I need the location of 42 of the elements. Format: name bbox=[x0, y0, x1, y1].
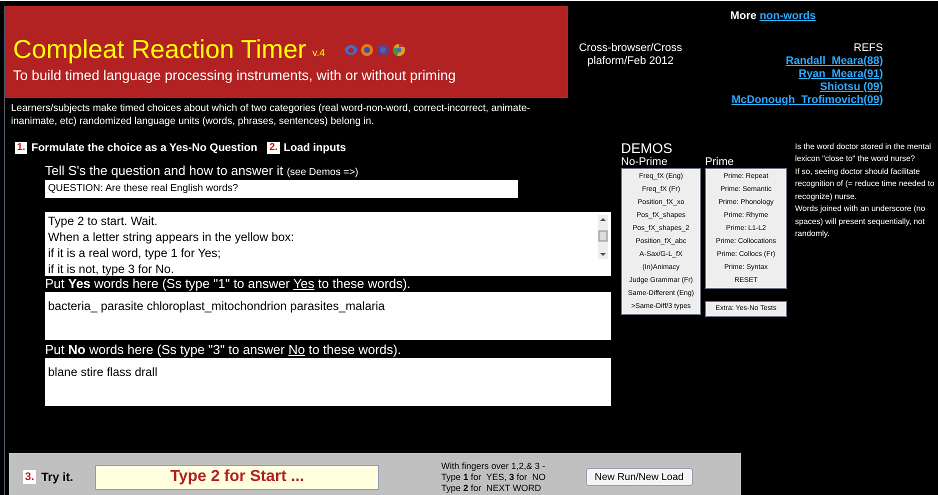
reference-link[interactable]: Randall_Meara(88) bbox=[786, 54, 883, 68]
description-text: Learners/subjects make timed choices about which of two categories (real word-non-word, correct-incorrect, animate-inanimate, etc) randomized language units (words, phrases, sentences) belong in. bbox=[10, 102, 532, 128]
platform-note: plaform/Feb 2012 bbox=[587, 55, 674, 68]
key-help-text: With fingers over 1,2,& 3 - bbox=[441, 460, 546, 472]
note-text: If so, seeing doctor should facilitate recognition of (= reduce time needed to recognize) nurse. bbox=[795, 166, 935, 203]
new-run-button[interactable]: New Run/New Load bbox=[586, 468, 693, 486]
reference-link[interactable]: Shiotsu (09) bbox=[820, 80, 883, 94]
note-text: Is the word doctor stored in the mental lexicon "close to" the word nurse? bbox=[795, 140, 932, 165]
browser-logo-icon bbox=[344, 44, 357, 56]
step-label: Load inputs bbox=[284, 141, 346, 156]
step-number: 3. bbox=[23, 470, 36, 484]
refs-heading: REFS bbox=[854, 42, 883, 54]
no-words-label: Put No words here (Ss type "3" to answer No to these words). bbox=[45, 342, 402, 358]
no-prime-heading: No-Prime bbox=[621, 156, 668, 168]
step-label: Formulate the choice as a Yes-No Question bbox=[31, 141, 258, 156]
prime-heading: Prime bbox=[705, 156, 735, 168]
stimulus-display: Type 2 for Start ... bbox=[95, 464, 380, 490]
no-words-field[interactable]: blane stire flass drall bbox=[45, 358, 611, 406]
app-title: Compleat Reaction Timer bbox=[13, 34, 306, 64]
yes-words-field[interactable]: bacteria_ parasite chloroplast_mitochondrion parasites_malaria bbox=[45, 292, 611, 340]
browser-logo-icon bbox=[376, 44, 389, 56]
question-label: Tell S's the question and how to answer it (see Demos =>) bbox=[45, 162, 360, 180]
demos-heading: DEMOS bbox=[621, 140, 674, 156]
try-it-label: Try it. bbox=[41, 469, 74, 486]
version-label: v.4 bbox=[312, 47, 325, 61]
question-field[interactable]: QUESTION: Are these real English words? bbox=[45, 180, 518, 198]
more-line: More non-words bbox=[730, 9, 816, 24]
reference-link[interactable]: Ryan_Meara(91) bbox=[798, 68, 883, 80]
step-number: 2. bbox=[267, 142, 280, 154]
platform-note: Cross-browser/Cross bbox=[578, 42, 682, 55]
browser-logo-icon bbox=[392, 44, 405, 56]
app-subtitle: To build timed language processing instruments, with or without priming bbox=[13, 66, 457, 84]
reference-link[interactable]: McDonough_Trofimovich(09) bbox=[731, 94, 883, 106]
browser-logo-icon bbox=[360, 44, 373, 56]
key-help-text: Type 2 for NEXT WORD bbox=[441, 482, 542, 494]
note-text: Words joined with an underscore (no spaces) will present sequentially, not randomly. bbox=[795, 203, 926, 240]
step-number: 1. bbox=[15, 142, 28, 154]
yes-words-label: Put Yes words here (Ss type "1" to answer Yes to these words). bbox=[45, 276, 412, 292]
key-help-text: Type 1 for YES, 3 for NO bbox=[441, 472, 546, 482]
non-words-link[interactable]: non-words bbox=[760, 10, 816, 22]
instructions-field[interactable]: Type 2 to start. Wait. When a letter string appears in the yellow box: if it is a real word, type 1 for Yes; if it is not, type 3 for No. bbox=[45, 212, 611, 276]
scrollbar-icon bbox=[598, 214, 608, 258]
